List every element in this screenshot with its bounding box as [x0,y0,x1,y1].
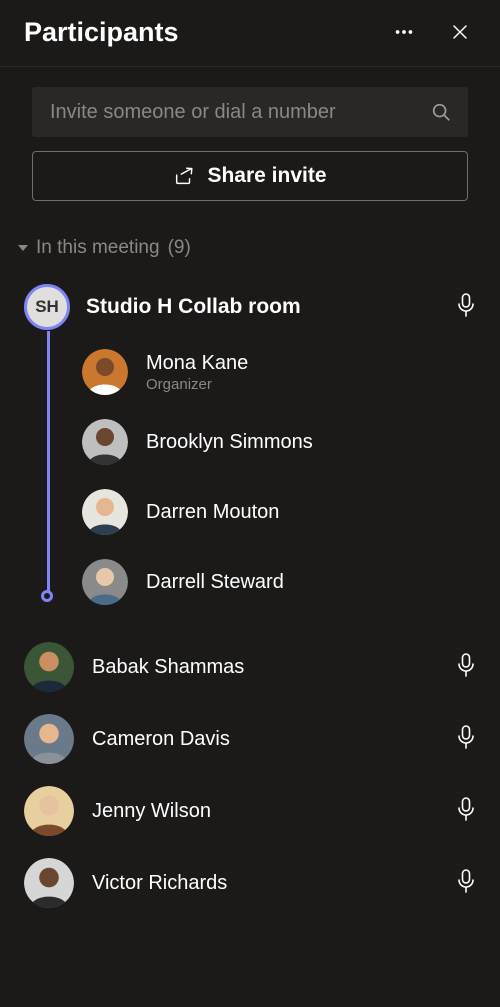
caret-down-icon [18,245,28,251]
microphone-icon[interactable] [456,292,476,323]
avatar [24,714,74,764]
participant-row[interactable]: Babak Shammas [24,631,476,703]
avatar [24,858,74,908]
microphone-icon[interactable] [456,868,476,899]
header-actions [388,16,476,48]
room-members: Mona KaneOrganizer Brooklyn Simmons Darren… [24,337,476,621]
avatar [24,642,74,692]
participant-name-block: Cameron Davis [92,728,456,751]
participant-name: Jenny Wilson [92,800,456,823]
ellipsis-icon [393,21,415,43]
microphone-icon[interactable] [456,796,476,827]
avatar [82,489,128,535]
close-button[interactable] [444,16,476,48]
participant-name: Brooklyn Simmons [146,431,476,454]
section-in-this-meeting[interactable]: In this meeting (9) [0,219,500,277]
microphone-icon[interactable] [456,724,476,755]
participant-name-block: Victor Richards [92,872,456,895]
panel-title: Participants [24,17,388,48]
invite-search-box[interactable] [32,87,468,137]
section-label: In this meeting [36,237,160,259]
participant-list: SH Studio H Collab room Mona KaneOrganiz… [0,277,500,621]
avatar [24,786,74,836]
participant-name: Cameron Davis [92,728,456,751]
participant-name-block: Darrell Steward [146,571,476,594]
microphone-icon[interactable] [456,652,476,683]
room-avatar: SH [24,284,70,330]
participant-row[interactable]: Victor Richards [24,847,476,919]
participant-row[interactable]: Jenny Wilson [24,775,476,847]
room-member-row[interactable]: Mona KaneOrganizer [24,337,476,407]
room-row[interactable]: SH Studio H Collab room [24,277,476,337]
close-icon [449,21,471,43]
participant-name: Darrell Steward [146,571,476,594]
participant-name: Babak Shammas [92,656,456,679]
room-member-row[interactable]: Darren Mouton [24,477,476,547]
room-member-row[interactable]: Darrell Steward [24,547,476,617]
share-icon [173,165,195,187]
section-count: (9) [168,237,191,259]
participants-panel: Participants Share invite In this meetin [0,0,500,1007]
participant-name-block: Mona KaneOrganizer [146,352,476,393]
participant-name-block: Darren Mouton [146,501,476,524]
search-icon [430,101,452,123]
room-member-row[interactable]: Brooklyn Simmons [24,407,476,477]
participant-name: Mona Kane [146,352,476,375]
participant-row[interactable]: Cameron Davis [24,703,476,775]
room-name: Studio H Collab room [86,295,456,319]
share-invite-label: Share invite [207,164,326,188]
participant-name: Darren Mouton [146,501,476,524]
individual-participants: Babak Shammas Cameron Davis Jenny Wilson Vi… [0,631,500,919]
participant-name-block: Jenny Wilson [92,800,456,823]
participant-name: Victor Richards [92,872,456,895]
avatar [82,349,128,395]
participant-name-block: Brooklyn Simmons [146,431,476,454]
panel-header: Participants [0,0,500,67]
avatar [82,419,128,465]
participant-name-block: Babak Shammas [92,656,456,679]
avatar [82,559,128,605]
room-initials: SH [35,297,59,317]
participant-role: Organizer [146,376,476,393]
invite-area: Share invite [0,67,500,219]
share-invite-button[interactable]: Share invite [32,151,468,201]
invite-search-input[interactable] [48,100,420,125]
more-options-button[interactable] [388,16,420,48]
